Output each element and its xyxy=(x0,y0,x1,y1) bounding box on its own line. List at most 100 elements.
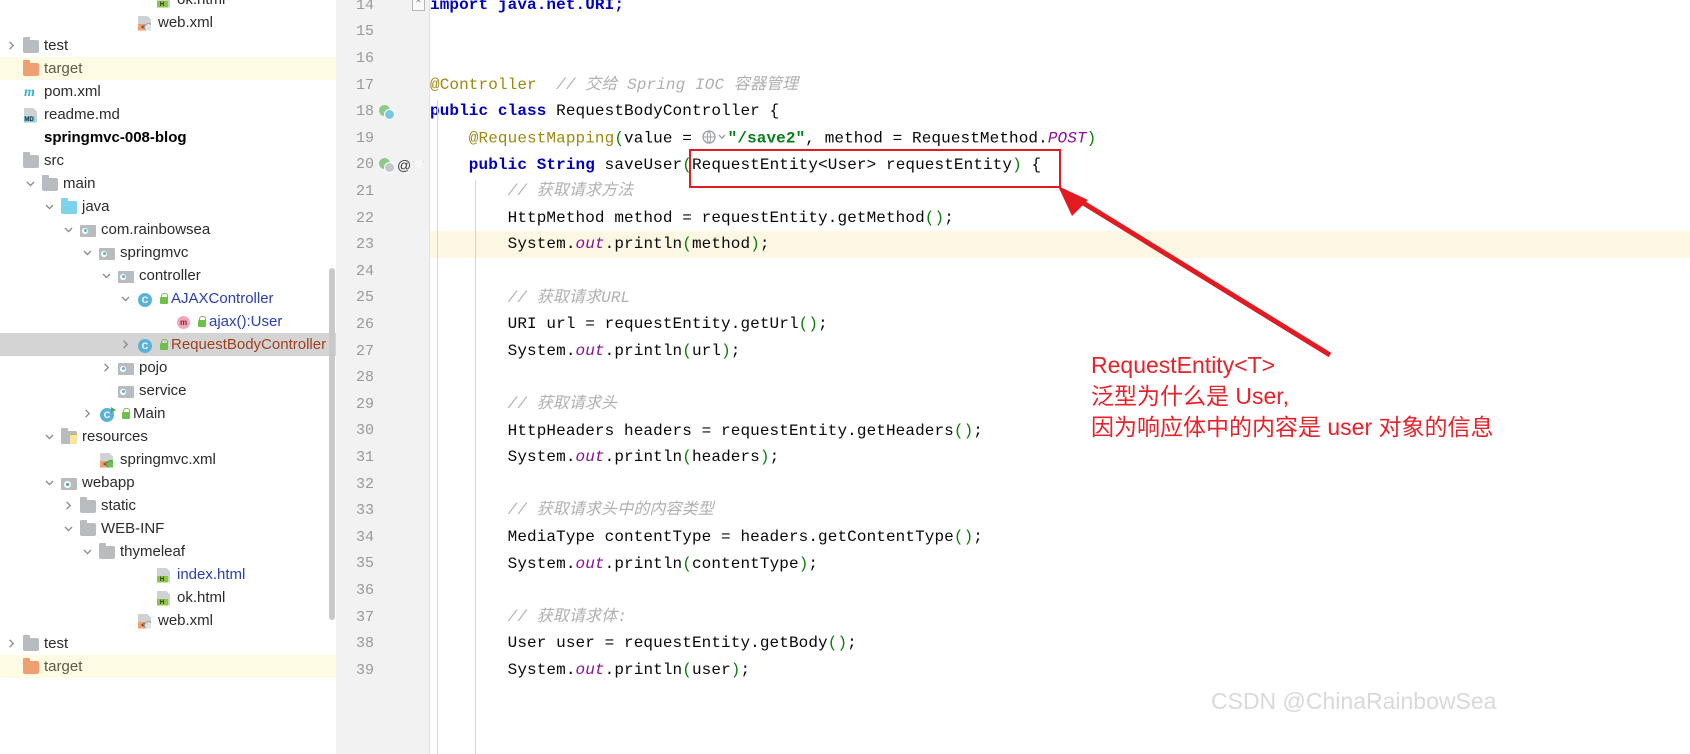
code-fold-toggle[interactable] xyxy=(412,159,425,172)
tree-item-readme-md[interactable]: MD readme.md xyxy=(0,103,336,126)
chevron-right-icon[interactable] xyxy=(99,361,113,375)
code-content[interactable]: import java.net.URI; @Controller // 交给 Sp… xyxy=(430,0,1690,754)
gutter-line[interactable]: 34 xyxy=(336,524,430,551)
project-tree-panel[interactable]: Hok.html<web.xmltesttargetmpom.xmlMDread… xyxy=(0,0,336,754)
tree-item-index-html[interactable]: Hindex.html xyxy=(0,563,336,586)
gutter-line[interactable]: 23 xyxy=(336,231,430,258)
tree-item-main[interactable]: C Main xyxy=(0,402,336,425)
gutter-icons[interactable]: @ xyxy=(379,157,411,174)
code-line[interactable] xyxy=(430,258,1690,285)
tree-item-pojo[interactable]: pojo xyxy=(0,356,336,379)
tree-item-thymeleaf[interactable]: thymeleaf xyxy=(0,540,336,563)
tree-item-webapp[interactable]: webapp xyxy=(0,471,336,494)
tree-item-springmvc-xml[interactable]: < springmvc.xml xyxy=(0,448,336,471)
tree-item-springmvc[interactable]: springmvc xyxy=(0,241,336,264)
spring-bean-globe-icon[interactable] xyxy=(379,157,395,174)
tree-item-main[interactable]: main xyxy=(0,172,336,195)
gutter-line[interactable]: 15 xyxy=(336,19,430,46)
gutter-icons[interactable] xyxy=(379,104,395,121)
gutter-line[interactable]: 32 xyxy=(336,471,430,498)
tree-item-target[interactable]: target xyxy=(0,655,336,678)
tree-item-pom-xml[interactable]: m pom.xml xyxy=(0,80,336,103)
chevron-down-icon[interactable] xyxy=(80,246,94,260)
url-hint-icon[interactable] xyxy=(702,125,728,152)
tree-item-ajaxcontroller[interactable]: C AJAXController xyxy=(0,287,336,310)
chevron-down-icon[interactable] xyxy=(61,223,75,237)
gutter-line[interactable]: 18 xyxy=(336,98,430,125)
gutter-line[interactable]: 24 xyxy=(336,258,430,285)
code-fold-toggle[interactable]: ⌃ xyxy=(412,0,425,11)
tree-item-web-xml[interactable]: < web.xml xyxy=(0,11,336,34)
tree-item-test[interactable]: test xyxy=(0,632,336,655)
tree-item-web-inf[interactable]: WEB-INF xyxy=(0,517,336,540)
gutter-line[interactable]: 39 xyxy=(336,657,430,684)
code-line[interactable]: import java.net.URI; xyxy=(430,0,1690,19)
gutter-line[interactable]: 27 xyxy=(336,338,430,365)
chevron-right-icon[interactable] xyxy=(4,39,18,53)
sidebar-scrollbar-thumb[interactable] xyxy=(329,268,335,620)
code-line[interactable]: MediaType contentType = headers.getConte… xyxy=(430,524,1690,551)
chevron-down-icon[interactable] xyxy=(42,430,56,444)
gutter-line[interactable]: 25 xyxy=(336,285,430,312)
gutter-line[interactable]: 36 xyxy=(336,577,430,604)
code-line[interactable]: // 获取请求头 xyxy=(430,391,1690,418)
tree-item-test[interactable]: test xyxy=(0,34,336,57)
tree-item-service[interactable]: service xyxy=(0,379,336,402)
code-line[interactable] xyxy=(430,577,1690,604)
gutter-line[interactable]: 37 xyxy=(336,604,430,631)
gutter-line[interactable]: 16 xyxy=(336,45,430,72)
code-line[interactable]: // 获取请求体: xyxy=(430,604,1690,631)
code-line[interactable]: System.out.println(headers); xyxy=(430,444,1690,471)
gutter-line[interactable]: 30 xyxy=(336,418,430,445)
code-line[interactable]: User user = requestEntity.getBody(); xyxy=(430,630,1690,657)
chevron-down-icon[interactable] xyxy=(23,177,37,191)
chevron-down-icon[interactable] xyxy=(99,269,113,283)
gutter-line[interactable]: 28 xyxy=(336,364,430,391)
gutter-line[interactable]: 19 xyxy=(336,125,430,152)
code-line[interactable]: HttpHeaders headers = requestEntity.getH… xyxy=(430,418,1690,445)
tree-item-resources[interactable]: resources xyxy=(0,425,336,448)
tree-item-src[interactable]: src xyxy=(0,149,336,172)
tree-item-web-xml[interactable]: < web.xml xyxy=(0,609,336,632)
tree-item-static[interactable]: static xyxy=(0,494,336,517)
code-line[interactable]: System.out.println(user); xyxy=(430,657,1690,684)
chevron-down-icon[interactable] xyxy=(42,476,56,490)
tree-item-requestbodycontroller[interactable]: C RequestBodyController xyxy=(0,333,336,356)
chevron-down-icon[interactable] xyxy=(61,522,75,536)
code-line[interactable] xyxy=(430,45,1690,72)
spring-bean-icon[interactable] xyxy=(379,104,395,121)
at-icon[interactable]: @ xyxy=(397,157,411,173)
code-line[interactable]: // 获取请求头中的内容类型 xyxy=(430,497,1690,524)
gutter-line[interactable]: 38 xyxy=(336,630,430,657)
code-line[interactable] xyxy=(430,364,1690,391)
gutter-line[interactable]: 31 xyxy=(336,444,430,471)
chevron-down-icon[interactable] xyxy=(80,545,94,559)
tree-item-ok-html[interactable]: Hok.html xyxy=(0,0,336,11)
chevron-down-icon[interactable] xyxy=(118,292,132,306)
gutter-line[interactable]: 22 xyxy=(336,205,430,232)
chevron-right-icon[interactable] xyxy=(118,338,132,352)
code-line[interactable]: System.out.println(url); xyxy=(430,338,1690,365)
chevron-right-icon[interactable] xyxy=(61,499,75,513)
code-line[interactable]: System.out.println(method); xyxy=(430,231,1690,258)
chevron-down-icon[interactable] xyxy=(42,200,56,214)
code-line[interactable]: System.out.println(contentType); xyxy=(430,551,1690,578)
gutter-line[interactable]: 35 xyxy=(336,551,430,578)
code-line[interactable]: @RequestMapping(value = "/save2", method… xyxy=(430,125,1690,152)
code-line[interactable]: HttpMethod method = requestEntity.getMet… xyxy=(430,205,1690,232)
code-line[interactable]: // 获取请求URL xyxy=(430,285,1690,312)
chevron-right-icon[interactable] xyxy=(80,407,94,421)
tree-item-target[interactable]: target xyxy=(0,57,336,80)
code-line[interactable]: @Controller // 交给 Spring IOC 容器管理 xyxy=(430,72,1690,99)
gutter-line[interactable]: 26 xyxy=(336,311,430,338)
gutter-line[interactable]: 33 xyxy=(336,497,430,524)
tree-item-springmvc-008-blog[interactable]: springmvc-008-blog xyxy=(0,126,336,149)
code-line[interactable] xyxy=(430,19,1690,46)
tree-item-ajax-user[interactable]: m ajax():User xyxy=(0,310,336,333)
code-line[interactable]: public class RequestBodyController { xyxy=(430,98,1690,125)
code-editor[interactable]: 14 ⌃ 15 16 17 18 19 20 @21 22 23 24 25 26 27 28 29 30 31 32… xyxy=(336,0,1690,754)
gutter-line[interactable]: 17 xyxy=(336,72,430,99)
tree-item-java[interactable]: java xyxy=(0,195,336,218)
sidebar-scrollbar[interactable] xyxy=(328,0,336,754)
gutter-line[interactable]: 29 xyxy=(336,391,430,418)
